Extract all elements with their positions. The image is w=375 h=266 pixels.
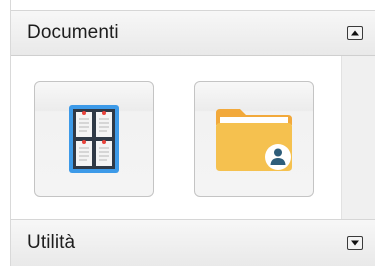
shared-folder-tile[interactable] [194,81,314,197]
side-panel: Documenti Utilità [0,0,375,266]
triangle-up-icon [351,30,359,36]
content-scroll-strip [341,56,375,219]
user-folder-icon [216,109,292,171]
triangle-down-icon [351,240,359,246]
section-title-utilities: Utilità [27,232,76,253]
expand-down-icon[interactable] [347,236,363,250]
board-grid-tile[interactable] [34,81,154,197]
collapse-up-icon[interactable] [347,26,363,40]
document-board-icon [69,105,119,173]
section-header-utilities[interactable]: Utilità [11,219,375,266]
section-header-documents[interactable]: Documenti [11,10,375,56]
section-title-documents: Documenti [27,22,119,43]
